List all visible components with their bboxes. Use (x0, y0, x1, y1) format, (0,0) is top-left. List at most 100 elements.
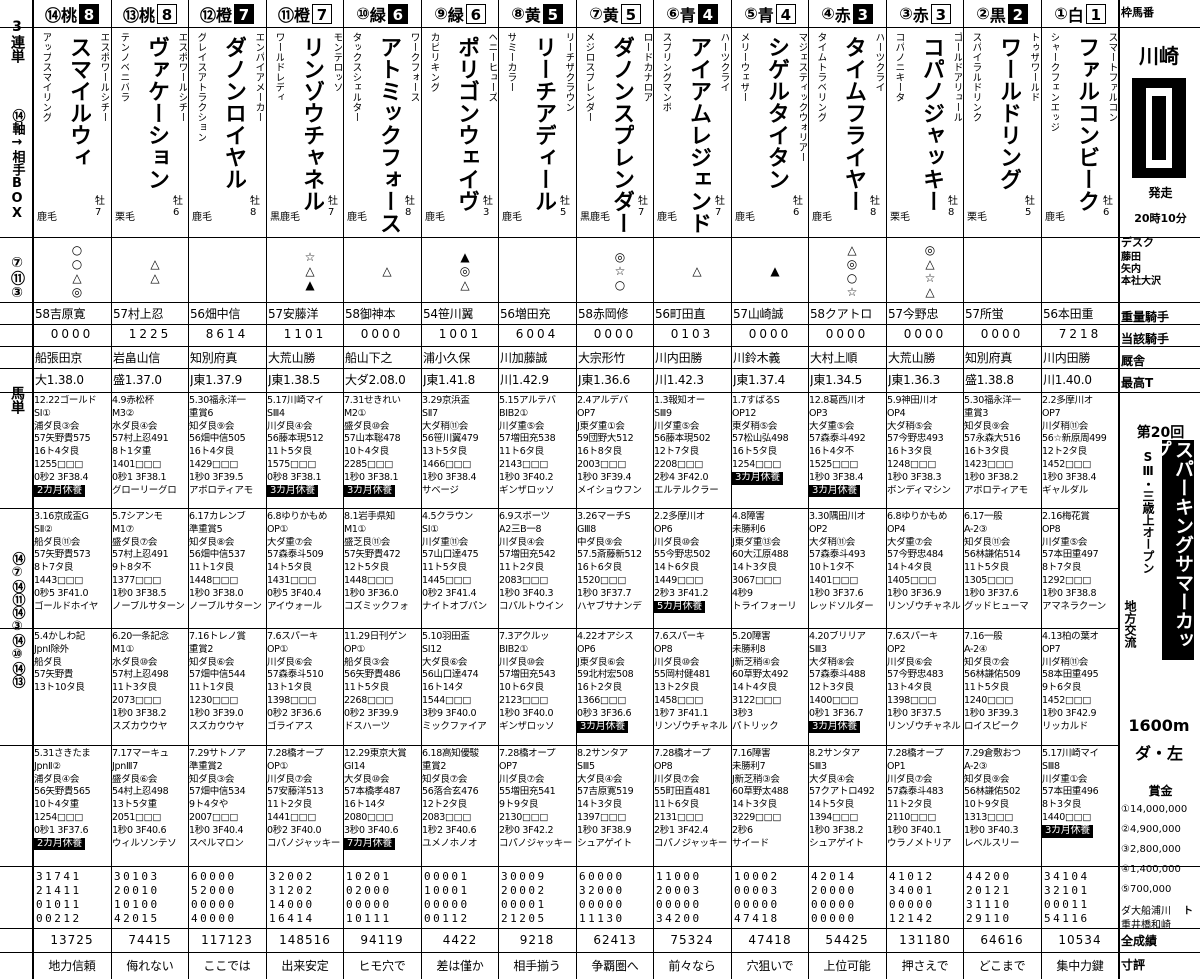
past-race-line: レッドソルダー (809, 600, 874, 612)
past-race-line: GⅠ14 (344, 760, 366, 772)
past-race-line: 2カ月休養 (34, 837, 110, 851)
best-time: 盛1.38.8 (965, 373, 1014, 387)
total-record: 148516 (279, 933, 331, 947)
past-race-line: ウィルソンテソ (112, 837, 177, 849)
past-race: 4.22オアシス OP6 J東ダ良⑥会 59北村宏508 16ト2タ良 1366□□□ 0秒… (577, 631, 653, 743)
dam-name: ワールドレディ (273, 32, 284, 102)
past-race-line: 4.8障害 (732, 511, 765, 522)
dam-name: コパノニキータ (893, 32, 904, 102)
past-race-line: 7.6スパーキ (654, 631, 706, 642)
horse-number: ⑤ (744, 4, 758, 23)
sire-name: モンテロッソ (331, 32, 342, 92)
past-race-line: 2.2多摩川オ (654, 511, 706, 522)
past-race-line: 1401□□□ (809, 574, 859, 586)
past-race: 5.4かしわ記 JpnⅠ除外 船ダ良 57矢野貴 13ト10タ良 (34, 631, 110, 743)
past-race-line: 2.16梅花賞 (1042, 511, 1090, 522)
sex-age: 牡6 (173, 196, 183, 218)
total-record: 54425 (825, 933, 869, 947)
past-race-line: 2110□□□ (887, 811, 937, 823)
past-race-line: 0秒2 3F39.9 (344, 707, 399, 719)
past-race-line: OP① (267, 643, 288, 655)
past-race-line: 13ト10タ良 (34, 682, 85, 694)
coat-color: 鹿毛 (425, 212, 445, 223)
past-race-line: 55今野忠502 (654, 549, 711, 561)
sire-name: マジェスティックウォリアー (796, 32, 807, 162)
past-race-line: 3秒9 3F40.0 (422, 707, 477, 719)
best-time: J東1.38.5 (268, 373, 321, 387)
horse-name: リンゾウチャネル (299, 36, 324, 212)
past-race-line: 川ダ稍⑪会 (1042, 420, 1089, 432)
past-race-line: 7.29倉敷おつ (964, 748, 1021, 759)
weight-jockey: 56増田充 (500, 307, 551, 321)
record-row: 20010 (114, 884, 160, 897)
horse-column: ⑫ 橙 7 エンパイアメーカー ダノンロイヤル グレイスアトラクション 牡8 鹿毛 56畑中信 8… (188, 0, 266, 979)
horse-name: ワールドリング (996, 36, 1021, 190)
past-race-line: 船ダ良 (34, 656, 62, 668)
past-race-line: 盛芝良⑪会 (344, 536, 391, 548)
course: ダ・左 (1134, 744, 1183, 763)
past-race-line: 56藤本現502 (654, 433, 711, 445)
best-time: J東1.34.5 (810, 373, 863, 387)
past-race-line: 11ト1タ良 (189, 562, 234, 574)
sire-name: ロードカナロア (641, 32, 652, 102)
past-race-line: 57村上忍491 (112, 549, 169, 561)
past-race-line: 56畑中信537 (189, 549, 246, 561)
past-race-line: 13ト5タ重 (112, 799, 157, 811)
coat-color: 栗毛 (115, 212, 135, 223)
past-race-line: 1441□□□ (267, 811, 317, 823)
comment: 争覇圏へ (591, 959, 639, 973)
rule (0, 302, 1200, 303)
past-race-line: 57森泰斗493 (809, 549, 866, 561)
record-row: 21411 (36, 884, 82, 897)
jockey-record: 0000 (825, 327, 869, 341)
past-race-line: 3カ月休養 (732, 471, 808, 485)
past-race-line: 川ダ良⑦会 (267, 773, 313, 785)
record-row: 00011 (1044, 898, 1090, 911)
comment: 押さえで (901, 959, 949, 973)
past-race-line: 盛ダ良⑥会 (112, 773, 158, 785)
past-race-line: 0秒2 3F41.4 (422, 587, 477, 599)
past-race-line: 7.16障害 (732, 748, 771, 759)
past-race-line: 13ト4タ良 (887, 682, 932, 694)
past-race-line: 6.17一般 (964, 511, 1003, 522)
horse-header: ⑫橙7 (188, 0, 266, 27)
start-label: 発走 (1148, 186, 1173, 200)
past-race-line: 57畑中信544 (189, 669, 246, 681)
label-total-record: 全成績 (1121, 934, 1158, 948)
past-race-line: 2285□□□ (344, 458, 394, 470)
past-race-line: 船ダ良③会 (344, 656, 390, 668)
waku-number: 5 (542, 3, 563, 24)
comment: どこまで (978, 959, 1026, 973)
past-race-line: 55増田充541 (499, 786, 556, 798)
past-race-line: 57本田重497 (1042, 549, 1099, 561)
sire-name: ゴールドアリュール (951, 32, 962, 122)
past-race-line: 2秒1 3F42.4 (654, 824, 709, 836)
horse-column: ⑬ 桃 8 エスポワールシチー ヴァケーション テンノベニバラ 牡6 栗毛 △△ 57村上忍 122… (111, 0, 189, 979)
past-race-line: 57今野忠484 (887, 549, 944, 561)
past-race-line: リッカルド (1042, 720, 1089, 732)
jockey-record: 1101 (283, 327, 327, 341)
horse-column: ③ 赤 3 ゴールドアリュール コパノジャッキー コパノニキータ 牡8 栗毛 ◎△☆△ 57今野忠… (886, 0, 964, 979)
prediction-marks: △◎○☆ (845, 243, 859, 299)
past-race-line: 12.22ゴールド (34, 395, 97, 406)
sire-name: エスポワールシチー (98, 32, 109, 122)
past-race-line: 2131□□□ (654, 811, 704, 823)
past-race: 7.28橋オープ OP① 川ダ良⑦会 57安藤洋513 11ト2タ良 1441□□□ 0秒2… (267, 748, 343, 860)
column-rule (111, 0, 112, 979)
past-race-line: 1秒0 3F38.4 (422, 471, 477, 483)
past-race-line: 7.31せきれい (344, 395, 401, 406)
past-race-line: 1398□□□ (887, 694, 937, 706)
horse-header: ①白1 (1041, 0, 1119, 27)
past-race-line: SⅡ② (34, 523, 53, 535)
horse-number: ② (976, 4, 990, 23)
sex-age: 牡5 (1025, 196, 1035, 218)
past-race-line: 56林謙佑509 (964, 669, 1021, 681)
past-race-line: SⅢ3 (809, 643, 827, 655)
prediction-marks: ☆△▲ (303, 250, 317, 292)
past-race-line: 16ト6タ良 (577, 562, 622, 574)
past-race-line: 川ダ良④会 (267, 420, 313, 432)
past-race-line: M1⑦ (112, 523, 134, 535)
past-race-line: 16ト2タ良 (577, 682, 622, 694)
dam-name: タックスシェルター (350, 32, 361, 122)
best-time: 大1.38.0 (35, 373, 84, 387)
